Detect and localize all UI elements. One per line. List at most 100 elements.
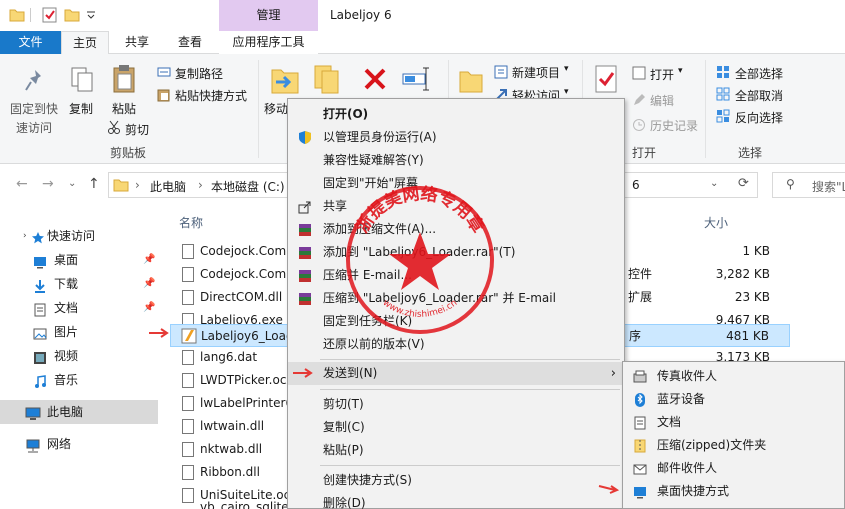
file-type: 扩展 <box>628 290 653 304</box>
breadcrumb-current-folder[interactable]: 6 <box>632 178 640 192</box>
open-dropdown-icon[interactable]: ▾ <box>678 66 683 76</box>
nav-network[interactable]: 网络 <box>0 432 158 456</box>
up-icon[interactable]: ↑ <box>88 176 100 192</box>
menu-item-copy[interactable]: 复制(C) <box>288 416 624 439</box>
new-folder-big-icon <box>458 66 484 97</box>
invert-selection-button[interactable]: 反向选择 <box>735 109 783 126</box>
desktop-icon <box>33 253 47 269</box>
rename-icon[interactable] <box>402 66 432 95</box>
select-all-icon <box>716 65 730 82</box>
nav-videos[interactable]: 视频 <box>0 344 158 368</box>
select-all-button[interactable]: 全部选择 <box>735 65 783 82</box>
select-none-button[interactable]: 全部取消 <box>735 87 783 104</box>
back-icon[interactable]: ← <box>16 176 28 192</box>
nav-label: 下载 <box>54 277 79 291</box>
menu-label: 粘贴(P) <box>323 443 364 457</box>
submenu-arrow-icon: › <box>610 366 616 381</box>
desktop-icon <box>633 484 648 499</box>
winrar-icon <box>298 268 313 283</box>
cut-button[interactable]: 剪切 <box>125 121 149 138</box>
menu-item-compat-troubleshoot[interactable]: 兼容性疑难解答(Y) <box>288 149 624 172</box>
paste-shortcut-button[interactable]: 粘贴快捷方式 <box>175 87 247 104</box>
column-header-name[interactable]: 名称 <box>179 214 203 231</box>
address-dropdown-icon[interactable]: ⌄ <box>710 178 718 189</box>
column-header-size[interactable]: 大小 <box>704 214 728 231</box>
tab-home[interactable]: 主页 <box>61 31 109 55</box>
watermark-stamp: 浙提美网络专用章 www.zhishimei.cn <box>346 183 494 334</box>
paste-shortcut-icon <box>157 88 171 105</box>
pin-quick-access-button[interactable]: 固定到快 速访问 <box>10 100 58 136</box>
easy-access-dropdown-icon[interactable]: ▾ <box>564 87 569 97</box>
menu-item-paste[interactable]: 粘贴(P) <box>288 439 624 462</box>
file-icon <box>182 396 194 411</box>
move-to-icon <box>270 64 300 99</box>
tab-view[interactable]: 查看 <box>166 31 214 54</box>
new-item-dropdown-icon[interactable]: ▾ <box>564 64 569 74</box>
nav-music[interactable]: 音乐 <box>0 368 158 392</box>
stamp-star-icon <box>389 232 451 290</box>
history-icon <box>632 118 646 135</box>
tab-app-tools[interactable]: 应用程序工具 <box>219 31 318 54</box>
breadcrumb-local-disk[interactable]: 本地磁盘 (C:) <box>211 178 285 195</box>
menu-item-open[interactable]: 打开(O) <box>288 103 624 126</box>
open-button[interactable]: 打开 <box>650 66 674 83</box>
send-to-mail[interactable]: 邮件收件人 <box>623 457 844 480</box>
ribbon-separator <box>258 60 259 158</box>
menu-label: 剪切(T) <box>323 397 364 411</box>
menu-label: 兼容性疑难解答(Y) <box>323 153 424 167</box>
customize-qat-icon[interactable] <box>86 6 96 24</box>
send-to-documents[interactable]: 文档 <box>623 411 844 434</box>
menu-label: 以管理员身份运行(A) <box>323 130 437 144</box>
new-item-button[interactable]: 新建项目 <box>512 64 560 81</box>
submenu-label: 蓝牙设备 <box>657 392 706 406</box>
menu-item-send-to[interactable]: 发送到(N) › <box>288 362 624 385</box>
nav-documents[interactable]: 文档 📌 <box>0 296 158 320</box>
breadcrumb-this-pc[interactable]: 此电脑 <box>150 178 186 195</box>
svg-text:www.zhishimei.cn: www.zhishimei.cn <box>381 298 459 320</box>
submenu-label: 压缩(zipped)文件夹 <box>657 438 767 452</box>
file-icon <box>182 350 194 365</box>
file-icon <box>182 244 194 259</box>
paste-button[interactable]: 粘贴 <box>112 100 136 117</box>
properties-icon[interactable] <box>42 6 58 24</box>
delete-icon[interactable] <box>362 66 388 95</box>
nav-label: 文档 <box>54 301 79 315</box>
nav-pictures[interactable]: 图片 <box>0 320 158 344</box>
file-type: 控件 <box>628 267 653 281</box>
send-to-bluetooth[interactable]: 蓝牙设备 <box>623 388 844 411</box>
expand-chevron-icon[interactable]: › <box>23 224 27 248</box>
file-name: Ribbon.dll <box>200 465 260 479</box>
new-folder-icon[interactable] <box>64 6 80 24</box>
nav-downloads[interactable]: 下载 📌 <box>0 272 158 296</box>
scissors-icon <box>107 120 121 137</box>
nav-label: 音乐 <box>54 373 79 387</box>
send-to-desktop-shortcut[interactable]: 桌面快捷方式 <box>623 480 844 503</box>
copy-path-icon <box>157 66 171 81</box>
file-name: lwLabelPrinter6 <box>200 396 294 410</box>
manage-tab[interactable]: 管理 <box>219 0 318 31</box>
edit-button[interactable]: 编辑 <box>650 92 674 109</box>
recent-locations-icon[interactable]: ⌄ <box>68 178 76 189</box>
refresh-icon[interactable]: ⟳ <box>738 176 749 191</box>
menu-label: 复制(C) <box>323 420 365 434</box>
move-to-button[interactable]: 移动 <box>264 100 288 117</box>
menu-item-cut[interactable]: 剪切(T) <box>288 393 624 416</box>
nav-quick-access[interactable]: › 快速访问 <box>0 224 158 248</box>
tab-share[interactable]: 共享 <box>113 31 161 54</box>
menu-item-create-shortcut[interactable]: 创建快捷方式(S) <box>288 469 624 492</box>
send-to-zip[interactable]: 压缩(zipped)文件夹 <box>623 434 844 457</box>
nav-desktop[interactable]: 桌面 📌 <box>0 248 158 272</box>
menu-item-delete[interactable]: 删除(D) <box>288 492 624 509</box>
copy-path-button[interactable]: 复制路径 <box>175 65 223 82</box>
nav-this-pc[interactable]: 此电脑 <box>0 400 158 424</box>
menu-item-run-as-admin[interactable]: 以管理员身份运行(A) <box>288 126 624 149</box>
history-button[interactable]: 历史记录 <box>650 117 698 134</box>
breadcrumb-separator: › <box>198 178 203 192</box>
tab-file[interactable]: 文件 <box>0 31 61 54</box>
send-to-fax[interactable]: 传真收件人 <box>623 365 844 388</box>
nav-label: 图片 <box>54 325 79 339</box>
fax-icon <box>633 369 648 384</box>
open-icon <box>632 66 646 83</box>
forward-icon[interactable]: → <box>42 176 54 192</box>
copy-button[interactable]: 复制 <box>69 100 93 117</box>
